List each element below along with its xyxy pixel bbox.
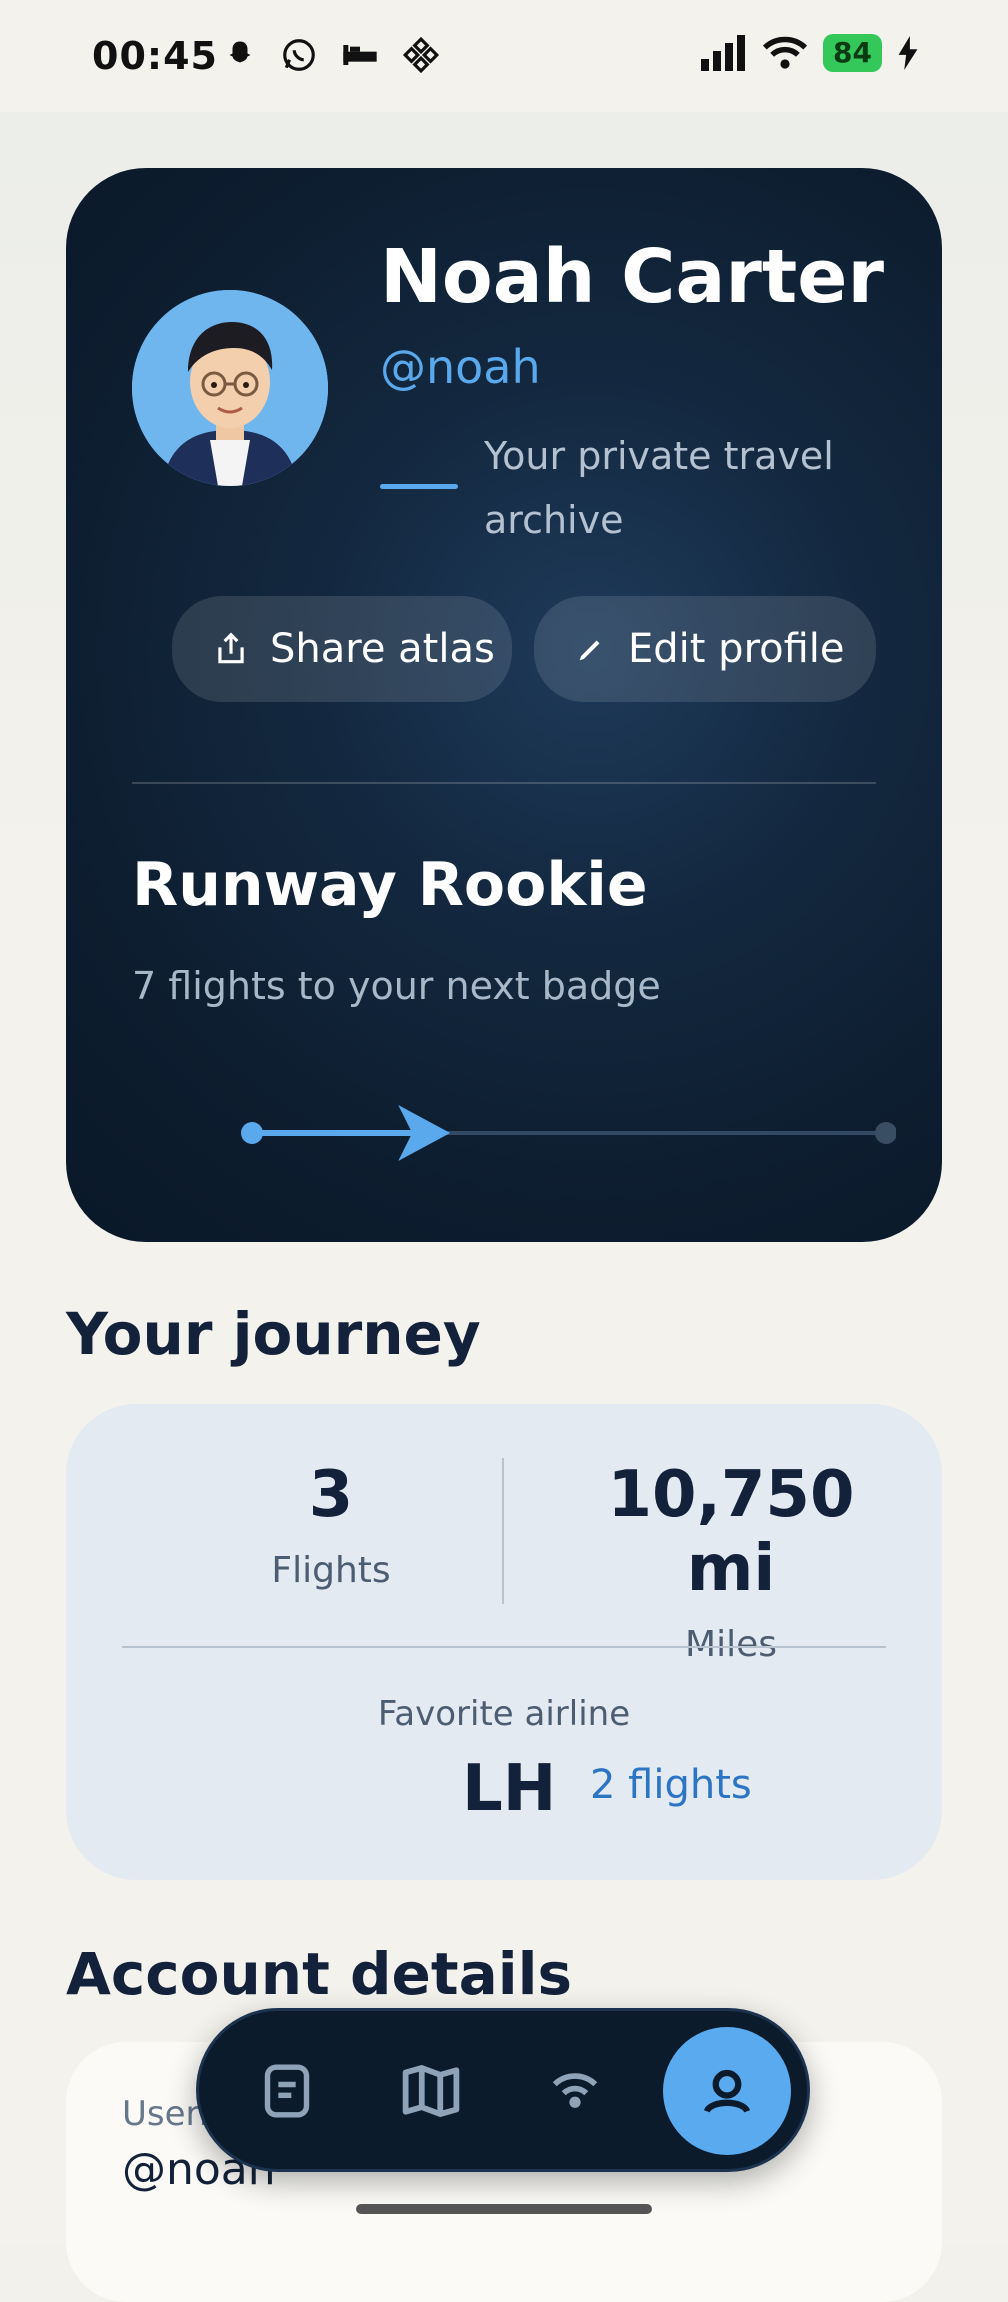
live-icon: [552, 2073, 598, 2108]
badge-subtitle: 7 flights to your next badge: [132, 964, 661, 1008]
system-icons: 84: [699, 34, 918, 72]
badge-title: Runway Rookie: [132, 850, 648, 920]
card-divider: [132, 782, 876, 784]
charging-icon: [898, 36, 918, 70]
wifi-icon: [763, 36, 808, 69]
miles-stat: 10,750 mi Miles: [566, 1458, 896, 1665]
account-title: Account details: [66, 1940, 572, 2008]
profile-icon: [703, 2069, 751, 2114]
flights-value: 3: [308, 1458, 354, 1532]
badge-progress: [241, 1105, 896, 1161]
binance-icon: [402, 36, 440, 74]
battery-icon: 84: [823, 34, 882, 72]
bottom-nav: [196, 2008, 810, 2172]
profile-tagline: Your private travel archive: [484, 434, 834, 542]
status-bar: 00:45 84: [0, 0, 1008, 112]
avatar-illustration: [132, 290, 328, 486]
signal-icon: [701, 35, 746, 71]
share-atlas-label: Share atlas: [270, 626, 495, 672]
avatar[interactable]: [132, 290, 328, 486]
progress-start-dot: [241, 1122, 263, 1144]
flights-stat: 3 Flights: [216, 1458, 446, 1591]
favorite-airline-count[interactable]: 2 flights: [590, 1762, 752, 1808]
favorite-airline-code: LH: [462, 1752, 557, 1826]
nav-live[interactable]: [525, 2041, 625, 2141]
share-atlas-button[interactable]: Share atlas: [172, 596, 512, 702]
nav-map[interactable]: [381, 2041, 481, 2141]
bed-icon: [343, 45, 377, 65]
progress-end-dot: [875, 1122, 896, 1144]
notification-icons: [222, 36, 440, 74]
snapchat-icon: [229, 41, 251, 63]
pencil-icon: [579, 640, 600, 661]
edit-profile-button[interactable]: Edit profile: [534, 596, 876, 702]
nav-logbook[interactable]: [237, 2041, 337, 2141]
miles-value: 10,750 mi: [607, 1458, 855, 1606]
favorite-airline-label: Favorite airline: [377, 1694, 631, 1734]
accent-line: [380, 484, 458, 489]
profile-handle: @noah: [380, 340, 541, 394]
map-icon: [402, 2065, 460, 2117]
journey-title: Your journey: [66, 1300, 481, 1368]
logbook-icon: [264, 2064, 310, 2118]
profile-name: Noah Carter: [380, 234, 884, 320]
journey-divider: [122, 1646, 886, 1648]
status-time: 00:45: [92, 34, 218, 78]
home-indicator: [356, 2204, 652, 2214]
stat-divider: [502, 1458, 504, 1604]
whatsapp-icon: [283, 39, 315, 71]
share-icon: [218, 632, 244, 664]
miles-label: Miles: [685, 1624, 777, 1665]
edit-profile-label: Edit profile: [628, 626, 845, 672]
profile-card: Noah Carter @noah Your private travel ar…: [66, 168, 942, 1242]
nav-profile[interactable]: [663, 2027, 791, 2155]
journey-card: 3 Flights 10,750 mi Miles Favorite airli…: [66, 1404, 942, 1880]
flights-label: Flights: [271, 1550, 391, 1591]
